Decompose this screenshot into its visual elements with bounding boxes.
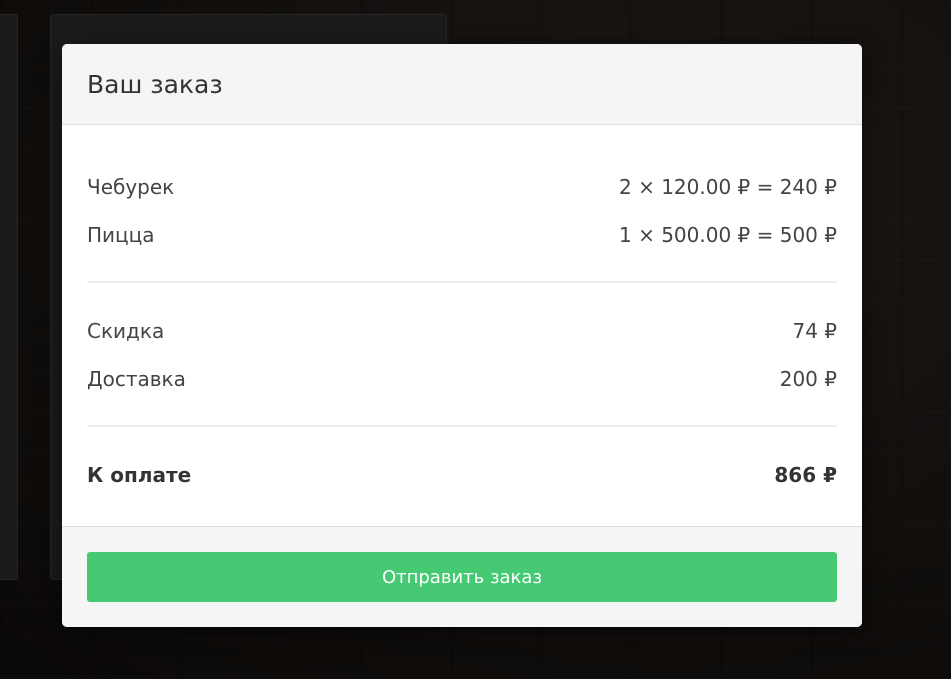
item-name: Чебурек — [87, 175, 175, 199]
delivery-label: Доставка — [87, 367, 186, 391]
order-item-row: Чебурек 2 × 120.00 ₽ = 240 ₽ — [87, 163, 837, 211]
item-calculation: 2 × 120.00 ₽ = 240 ₽ — [619, 175, 837, 199]
modal-footer: Отправить заказ — [62, 526, 862, 627]
order-item-row: Пицца 1 × 500.00 ₽ = 500 ₽ — [87, 211, 837, 259]
discount-label: Скидка — [87, 319, 165, 343]
divider — [87, 425, 837, 427]
total-label: К оплате — [87, 463, 192, 487]
delivery-value: 200 ₽ — [779, 367, 837, 391]
total-value: 866 ₽ — [774, 463, 837, 487]
item-name: Пицца — [87, 223, 155, 247]
modal-header: Ваш заказ — [62, 44, 862, 125]
modal-title: Ваш заказ — [87, 69, 223, 99]
order-summary: Чебурек 2 × 120.00 ₽ = 240 ₽ Пицца 1 × 5… — [62, 125, 862, 526]
item-calculation: 1 × 500.00 ₽ = 500 ₽ — [619, 223, 837, 247]
discount-row: Скидка 74 ₽ — [87, 307, 837, 355]
order-modal: Ваш заказ Чебурек 2 × 120.00 ₽ = 240 ₽ П… — [62, 44, 862, 627]
discount-value: 74 ₽ — [792, 319, 837, 343]
total-row: К оплате 866 ₽ — [87, 451, 837, 499]
divider — [87, 281, 837, 283]
submit-order-button[interactable]: Отправить заказ — [87, 552, 837, 602]
delivery-row: Доставка 200 ₽ — [87, 355, 837, 403]
